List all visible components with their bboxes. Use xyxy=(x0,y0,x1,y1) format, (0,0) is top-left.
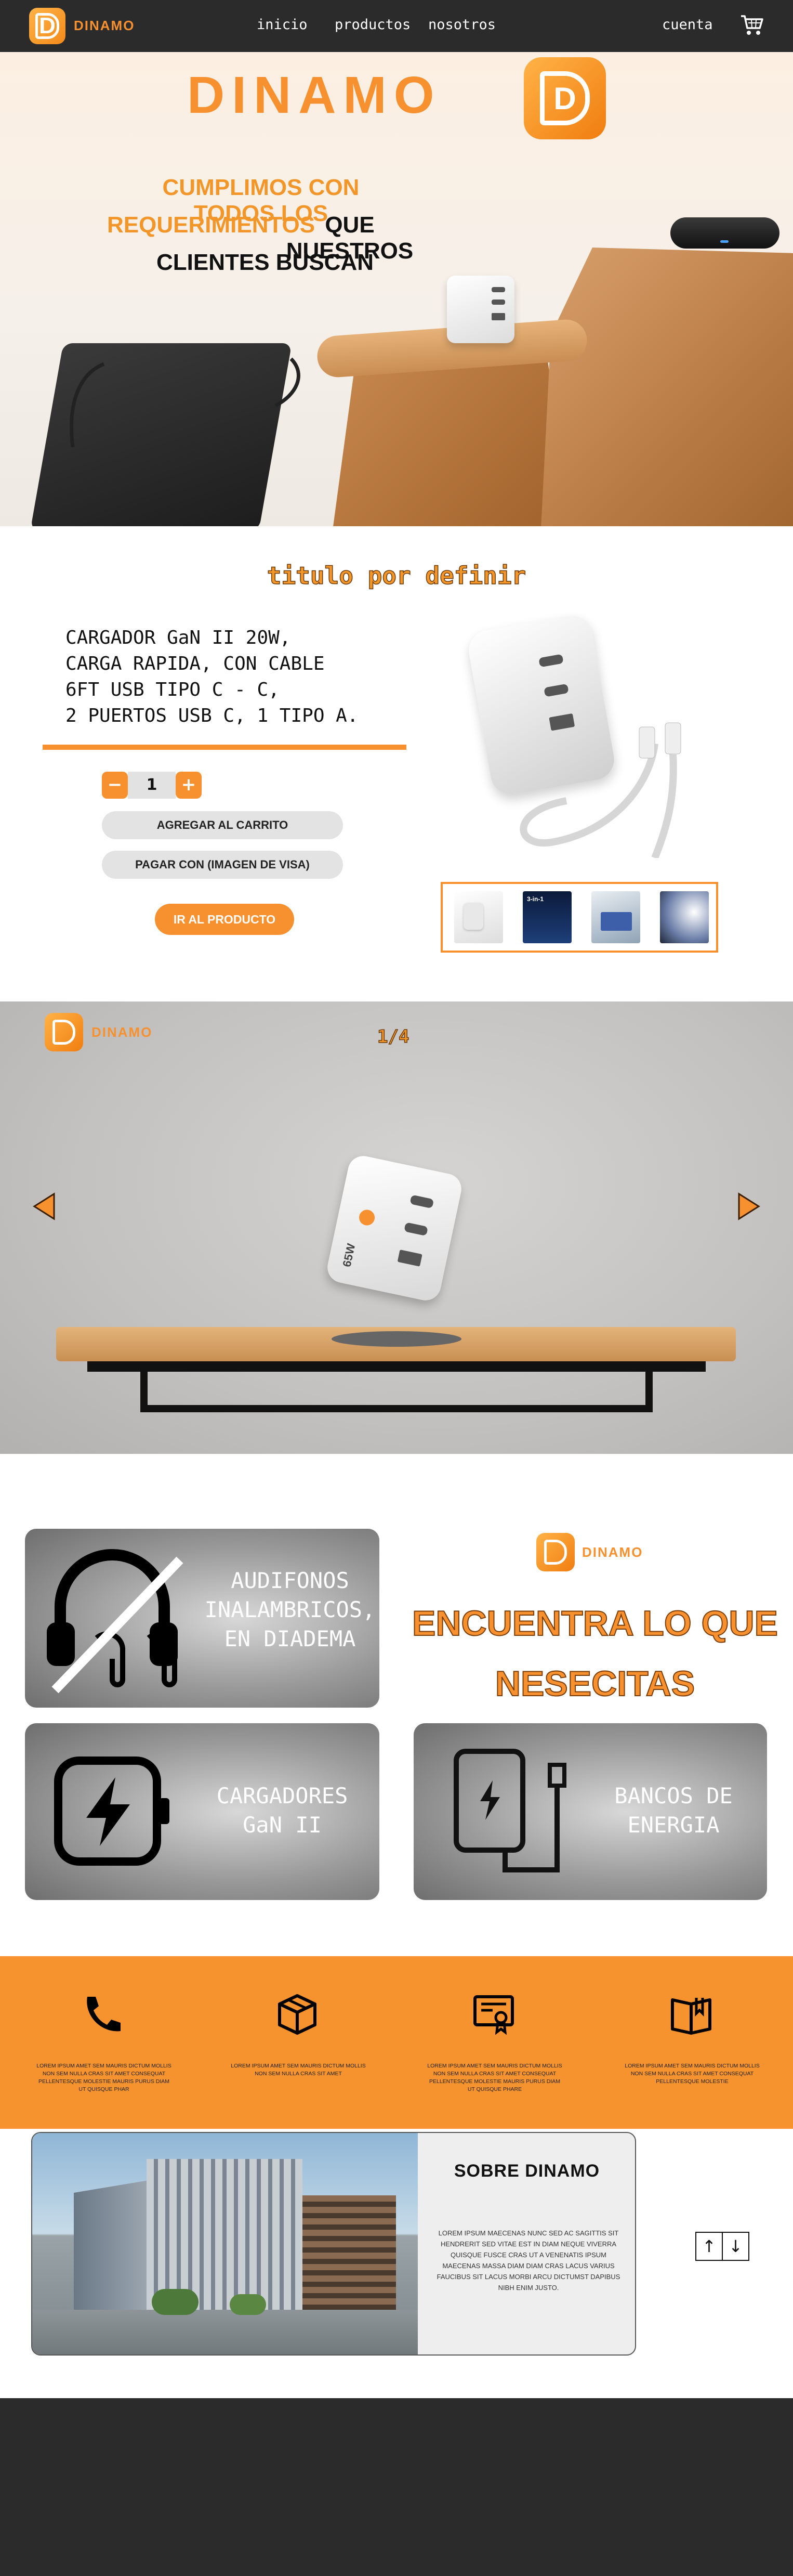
scroll-control: ↑ ↓ xyxy=(695,2232,749,2261)
quantity-stepper: − 1 + xyxy=(102,772,202,799)
earbuds-case-image xyxy=(670,217,779,249)
category-label-line: EN DIADEMA xyxy=(224,1626,356,1651)
product-section-title: titulo por definir xyxy=(267,561,526,590)
category-card-headphones[interactable]: AUDIFONOS INALAMBRICOS, EN DIADEMA xyxy=(25,1529,379,1708)
category-card-powerbanks[interactable]: BANCOS DE ENERGIA xyxy=(414,1723,767,1900)
certificate-icon xyxy=(473,1995,514,2035)
thumbnail-3[interactable] xyxy=(591,891,640,943)
category-label-line: ENERGIA xyxy=(627,1812,720,1838)
shopping-cart-icon[interactable] xyxy=(740,14,764,36)
slider-brand: DINAMO xyxy=(91,1024,153,1040)
quantity-decrease-button[interactable]: − xyxy=(102,772,128,799)
product-slider: DINAMO 1/4 65W xyxy=(0,1001,793,1454)
description-line: 6FT USB TIPO C - C, xyxy=(65,679,280,700)
hero-title: DINAMO xyxy=(187,66,442,124)
description-line: CARGA RAPIDA, CON CABLE xyxy=(65,653,325,674)
headphones-earbuds-icon xyxy=(47,1549,183,1694)
charger-wattage: 65W xyxy=(340,1242,358,1268)
thumbnail-1[interactable] xyxy=(454,891,503,943)
phone-icon xyxy=(87,1997,121,2032)
add-to-cart-button[interactable]: AGREGAR AL CARRITO xyxy=(102,811,343,839)
shelf-legs xyxy=(140,1372,653,1412)
powerbank-cable xyxy=(70,357,300,447)
feature-text: LOREM IPSUM AMET SEM MAURIS DICTUM MOLLI… xyxy=(625,2063,760,2085)
thumbnail-4[interactable] xyxy=(660,891,709,943)
book-icon xyxy=(671,1998,711,2035)
category-card-chargers[interactable]: CARGADORES GaN II xyxy=(25,1723,379,1900)
description-line: 2 PUERTOS USB C, 1 TIPO A. xyxy=(65,705,359,726)
category-label-line: GaN II xyxy=(243,1812,322,1838)
slider-prev-arrow-icon[interactable] xyxy=(31,1192,56,1221)
shelf-shadow xyxy=(332,1331,461,1347)
about-title: SOBRE DINAMO xyxy=(454,2161,600,2181)
powerbank-icon xyxy=(454,1749,566,1872)
battery-charging-icon xyxy=(54,1757,169,1866)
divider xyxy=(43,745,406,750)
category-label-line: CARGADORES xyxy=(216,1783,348,1809)
footer xyxy=(0,2398,793,2576)
nav-link-inicio[interactable]: inicio xyxy=(257,17,308,33)
floating-charger-image: 65W xyxy=(324,1153,465,1304)
slider-logo-icon xyxy=(45,1013,83,1051)
go-to-product-button[interactable]: IR AL PRODUCTO xyxy=(155,904,294,935)
nav-link-nosotros[interactable]: nosotros xyxy=(428,17,496,33)
wood-block xyxy=(333,354,572,526)
nav-link-cuenta[interactable]: cuenta xyxy=(662,17,713,33)
shelf-bracket xyxy=(87,1361,706,1372)
pay-with-visa-button[interactable]: PAGAR CON (IMAGEN DE VISA) xyxy=(102,851,343,879)
category-label-line: AUDIFONOS xyxy=(231,1568,349,1593)
description-line: CARGADOR GaN II 20W, xyxy=(65,627,291,648)
wood-block xyxy=(540,248,793,526)
category-label: BANCOS DE ENERGIA xyxy=(590,1781,757,1840)
scroll-down-button[interactable]: ↓ xyxy=(723,2233,748,2260)
building-image xyxy=(32,2133,418,2354)
slide-counter: 1/4 xyxy=(377,1026,409,1048)
about-text: LOREM IPSUM MAECENAS NUNC SED AC SAGITTI… xyxy=(437,2229,620,2292)
hero-tagline-highlight: REQUERIMIENTOS xyxy=(107,212,315,238)
scroll-up-button[interactable]: ↑ xyxy=(696,2233,723,2260)
find-section-title: ENCUENTRA LO QUE NESECITAS xyxy=(405,1593,785,1714)
product-thumbnails: 3-in-1 xyxy=(441,882,718,953)
nav-link-productos[interactable]: productos xyxy=(335,17,411,33)
thumbnail-badge: 3-in-1 xyxy=(527,895,544,903)
category-label-line: BANCOS DE xyxy=(614,1783,733,1809)
find-title-line: ENCUENTRA LO QUE xyxy=(412,1603,778,1644)
quantity-increase-button[interactable]: + xyxy=(176,772,202,799)
charger-cable xyxy=(520,722,681,858)
box-icon xyxy=(278,1994,316,2035)
about-card: SOBRE DINAMO LOREM IPSUM MAECENAS NUNC S… xyxy=(31,2132,636,2356)
feature-text: LOREM IPSUM AMET SEM MAURIS DICTUM MOLLI… xyxy=(427,2063,562,2092)
category-label-line: INALAMBRICOS, xyxy=(204,1597,376,1622)
logo-letter: D xyxy=(35,13,59,39)
thumbnail-2[interactable]: 3-in-1 xyxy=(523,891,572,943)
hero-logo-letter: D xyxy=(540,71,590,125)
category-label: CARGADORES GaN II xyxy=(196,1781,368,1840)
hero-logo-icon: D xyxy=(524,57,606,139)
product-description: CARGADOR GaN II 20W, CARGA RAPIDA, CON C… xyxy=(65,625,429,729)
quantity-value[interactable]: 1 xyxy=(128,772,176,799)
category-label: AUDIFONOS INALAMBRICOS, EN DIADEMA xyxy=(191,1566,379,1654)
dinamo-logo-icon[interactable]: D xyxy=(29,8,65,44)
hero-tagline-line3: CLIENTES BUSCAN xyxy=(156,250,374,275)
feature-text: LOREM IPSUM AMET SEM MAURIS DICTUM MOLLI… xyxy=(231,2063,366,2077)
find-title-line: NESECITAS xyxy=(495,1663,695,1704)
product-main-image xyxy=(466,612,717,858)
features-strip: LOREM IPSUM AMET SEM MAURIS DICTUM MOLLI… xyxy=(0,1956,793,2129)
find-section-brand: DINAMO xyxy=(582,1544,643,1560)
slider-next-arrow-icon[interactable] xyxy=(737,1192,762,1221)
dinamo-logo-icon xyxy=(536,1533,575,1571)
top-navbar: D DINAMO inicio productos nosotros cuent… xyxy=(0,0,793,52)
feature-text: LOREM IPSUM AMET SEM MAURIS DICTUM MOLLI… xyxy=(36,2063,171,2092)
hero-banner: DINAMO D CUMPLIMOS CON TODOS LOS REQUERI… xyxy=(0,52,793,526)
charger-image xyxy=(447,276,514,343)
brand-name[interactable]: DINAMO xyxy=(74,18,135,34)
